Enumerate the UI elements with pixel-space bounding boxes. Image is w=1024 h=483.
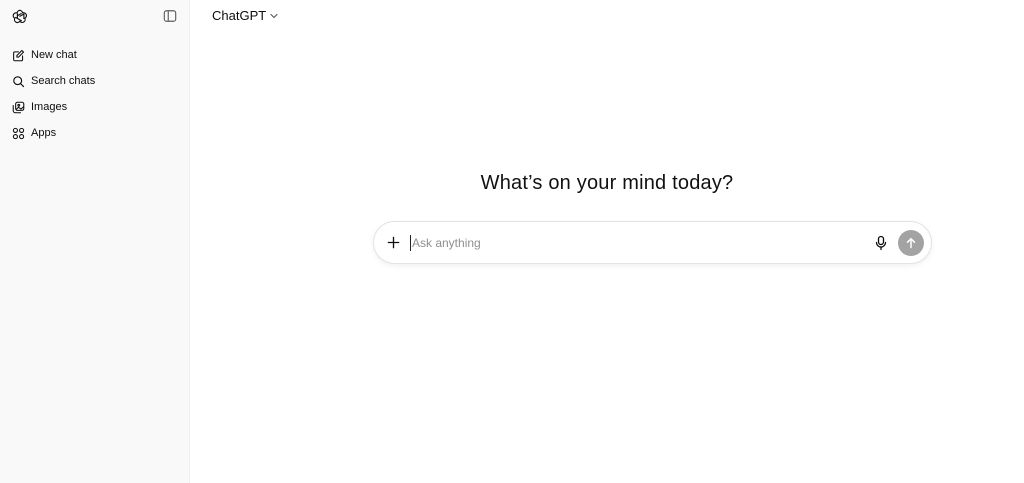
openai-logo-icon[interactable]	[11, 8, 28, 25]
model-label: ChatGPT	[212, 8, 267, 23]
send-button[interactable]	[898, 230, 924, 256]
prompt-input[interactable]	[412, 230, 852, 256]
main-area: ChatGPT What’s on your mind today?	[190, 0, 1024, 483]
search-icon	[13, 75, 25, 87]
page-title: What’s on your mind today?	[480, 172, 734, 194]
sidebar-nav: New chat Search chats Images Apps	[0, 42, 189, 146]
sidebar-header	[0, 0, 189, 34]
sidebar-item-label: Search chats	[31, 74, 96, 87]
composer	[373, 221, 932, 264]
edit-icon	[13, 49, 25, 61]
sidebar-item-new-chat[interactable]: New chat	[0, 42, 189, 68]
sidebar: New chat Search chats Images Apps	[0, 0, 190, 483]
sidebar-item-label: Apps	[31, 126, 57, 139]
sidebar-item-images[interactable]: Images	[0, 94, 189, 120]
text-caret	[410, 235, 411, 251]
plus-icon[interactable]	[386, 235, 401, 250]
sidebar-item-search-chats[interactable]: Search chats	[0, 68, 189, 94]
sidebar-toggle-icon[interactable]	[163, 9, 177, 23]
sidebar-item-label: Images	[31, 100, 68, 113]
microphone-icon[interactable]	[874, 235, 888, 251]
arrow-up-icon	[906, 238, 916, 249]
sidebar-item-apps[interactable]: Apps	[0, 120, 189, 146]
chevron-down-icon	[270, 13, 278, 18]
app: New chat Search chats Images Apps ChatGP…	[0, 0, 1024, 483]
images-icon	[12, 101, 25, 113]
apps-icon	[12, 127, 25, 139]
sidebar-item-label: New chat	[31, 48, 77, 61]
model-selector[interactable]: ChatGPT	[212, 8, 279, 23]
